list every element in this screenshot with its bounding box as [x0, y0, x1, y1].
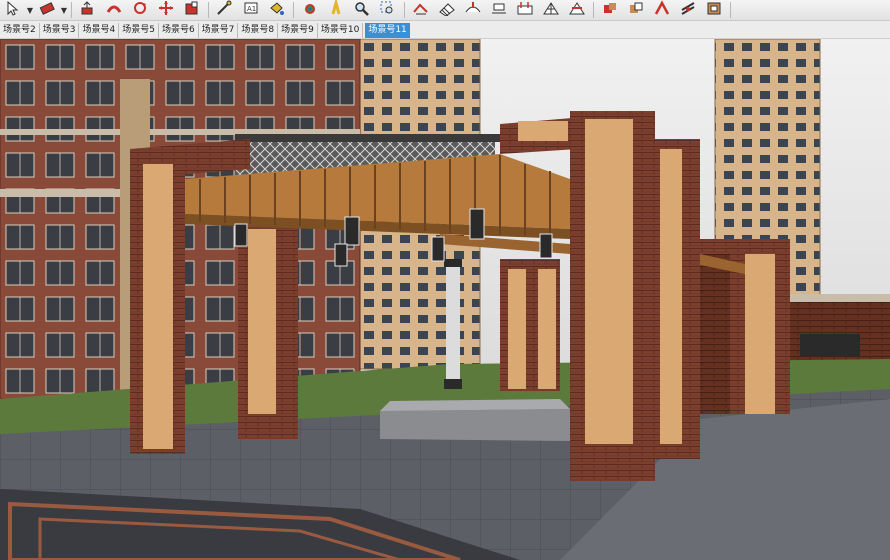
scene-tab[interactable]: 场景号7: [199, 23, 239, 38]
scene-tab[interactable]: 场景号8: [238, 23, 279, 38]
scene-tab[interactable]: 场景号4: [79, 23, 120, 38]
sandbox-from-scratch-button[interactable]: [435, 1, 459, 19]
sandbox-from-scratch-icon: [438, 0, 456, 20]
scene-tab[interactable]: 场景号2: [0, 23, 40, 38]
scene-tab[interactable]: 场景号6: [159, 23, 199, 38]
scene-canvas[interactable]: [0, 39, 890, 560]
zoom-tool-button[interactable]: [350, 1, 374, 19]
scene-tab[interactable]: 场景号3: [40, 23, 80, 38]
text-tool-button[interactable]: A1: [239, 1, 263, 19]
sandbox-flip-edge-icon: [568, 0, 586, 20]
planter: [380, 409, 570, 441]
sandbox-flip-edge-button[interactable]: [565, 1, 589, 19]
scene-tab[interactable]: 场景号5: [119, 23, 159, 38]
toolbar-separator: [593, 2, 594, 18]
solid-subtract-button[interactable]: [624, 1, 648, 19]
select-tool-button[interactable]: [1, 0, 25, 20]
sandbox-smoove-button[interactable]: [461, 1, 485, 19]
zoom-window-tool-button[interactable]: [376, 1, 400, 19]
sandbox-from-contours-icon: [412, 0, 430, 20]
main-toolbar: ▼ ▼ A1: [0, 0, 890, 21]
sandbox-add-detail-icon: [542, 0, 560, 20]
rotate-tool-button[interactable]: [128, 1, 152, 19]
solid-split-button[interactable]: [676, 1, 700, 19]
solid-split-icon: [679, 0, 697, 20]
rotate-tool-icon: [131, 0, 149, 20]
sandbox-stamp-button[interactable]: [487, 1, 511, 19]
sketchup-window: ▼ ▼ A1 场景号2 场景号3 场景号4 场景号5 场景号6 场景号7 场景号8 场景号9 场景号…: [0, 0, 890, 560]
zoom-window-tool-icon: [379, 0, 397, 20]
scale-tool-button[interactable]: [180, 1, 204, 19]
walk-tool-icon: [327, 0, 345, 20]
solid-trim-icon: [653, 0, 671, 20]
solid-trim-button[interactable]: [650, 0, 674, 20]
toolbar-separator: [293, 2, 294, 18]
solid-union-icon: [601, 0, 619, 20]
scene-tabs-bar: 场景号2 场景号3 场景号4 场景号5 场景号6 场景号7 场景号8 场景号9 场景号10 场景号…: [0, 21, 890, 39]
follow-me-tool-icon: [105, 0, 123, 20]
sandbox-drape-icon: [516, 0, 534, 20]
move-tool-button[interactable]: [154, 1, 178, 19]
orbit-tool-icon: [301, 0, 319, 20]
select-tool-dropdown-arrow[interactable]: ▼: [26, 1, 34, 19]
push-pull-tool-button[interactable]: [76, 1, 100, 19]
scene-tab[interactable]: 场景号11: [365, 23, 410, 38]
scale-tool-icon: [183, 0, 201, 20]
tape-measure-tool-icon: [216, 0, 234, 20]
toolbar-separator: [71, 2, 72, 18]
tape-measure-tool-button[interactable]: [213, 0, 237, 20]
solid-union-button[interactable]: [598, 1, 622, 19]
follow-me-tool-button[interactable]: [102, 1, 126, 19]
push-pull-tool-icon: [79, 0, 97, 20]
pergola-column-rear-left: [500, 259, 560, 391]
solid-outer-shell-button[interactable]: [702, 1, 726, 19]
toolbar-separator: [730, 2, 731, 18]
sandbox-stamp-icon: [490, 0, 508, 20]
toolbar-separator: [404, 2, 405, 18]
orbit-tool-button[interactable]: [298, 1, 322, 19]
sandbox-drape-button[interactable]: [513, 1, 537, 19]
solid-subtract-icon: [627, 0, 645, 20]
eraser-tool-dropdown-arrow[interactable]: ▼: [60, 1, 68, 19]
low-building-right: [790, 294, 890, 364]
paint-bucket-tool-icon: [268, 0, 286, 20]
move-tool-icon: [157, 0, 175, 20]
paint-bucket-tool-button[interactable]: [265, 1, 289, 19]
scene-tab[interactable]: 场景号9: [278, 23, 318, 38]
eraser-tool-button[interactable]: [35, 1, 59, 19]
model-viewport[interactable]: [0, 39, 890, 560]
toolbar-separator: [208, 2, 209, 18]
zoom-tool-icon: [353, 0, 371, 20]
sandbox-smoove-icon: [464, 0, 482, 20]
eraser-tool-icon: [38, 0, 56, 20]
text-tool-icon: A1: [242, 0, 260, 20]
sandbox-from-contours-button[interactable]: [409, 1, 433, 19]
svg-text:A1: A1: [247, 5, 256, 13]
scene-tab[interactable]: 场景号10: [318, 23, 364, 38]
lamp-post: [444, 259, 462, 389]
sandbox-add-detail-button[interactable]: [539, 1, 563, 19]
walk-tool-button[interactable]: [324, 0, 348, 20]
solid-outer-shell-icon: [705, 0, 723, 20]
select-tool-icon: [4, 0, 22, 20]
pergola-column-rear-right: [655, 139, 700, 459]
